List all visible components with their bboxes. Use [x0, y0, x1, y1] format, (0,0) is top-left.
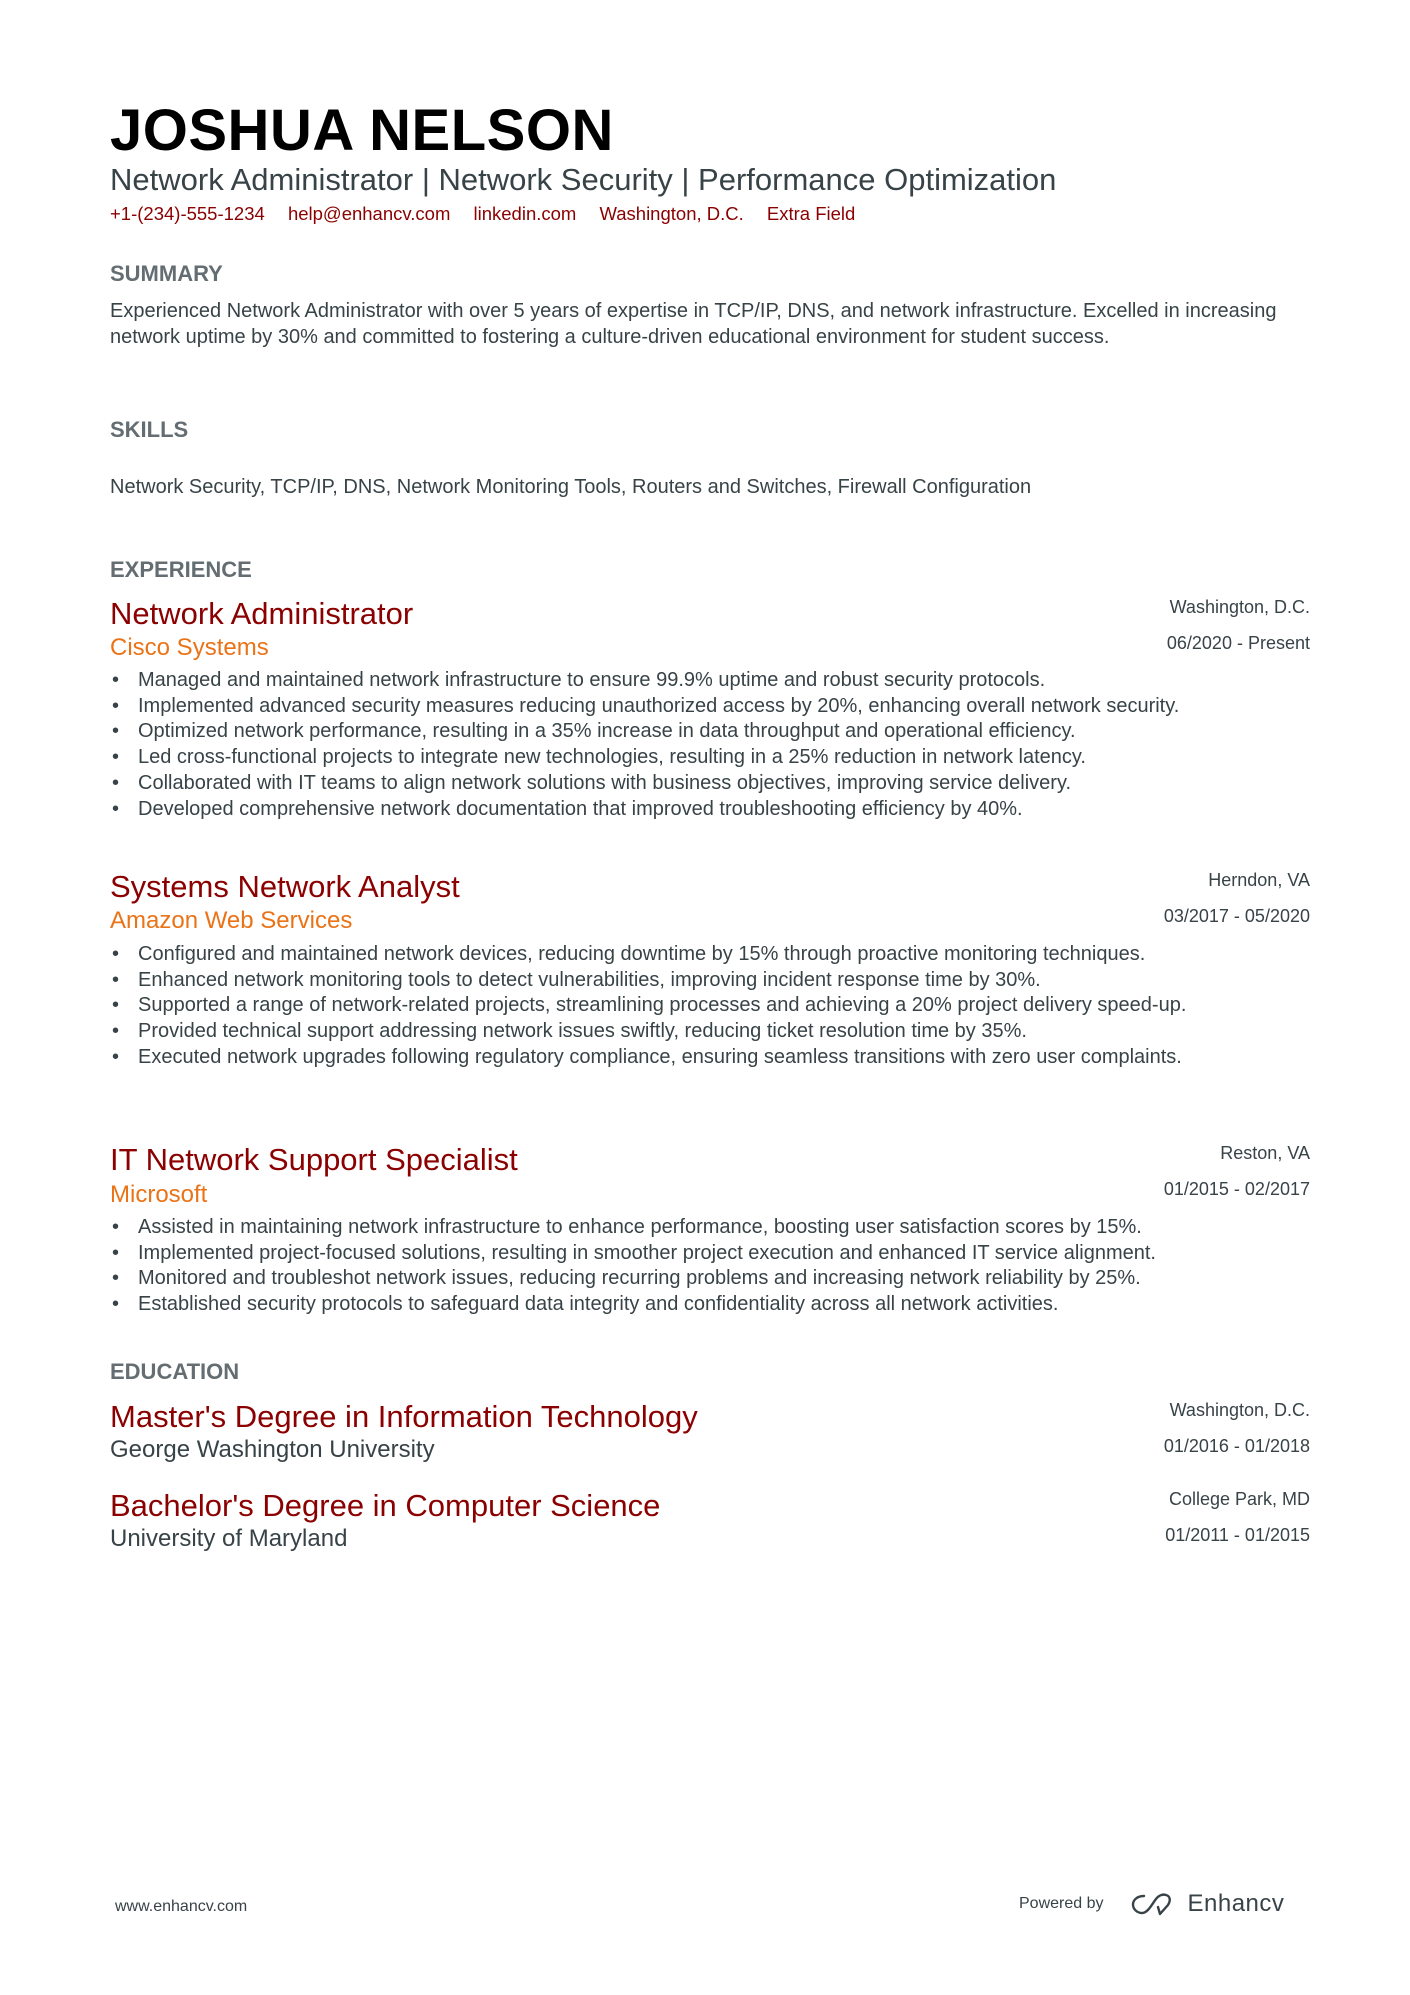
enhancv-logo-icon [1131, 1893, 1171, 1916]
degree: Master's Degree in Information Technolog… [110, 1399, 698, 1434]
bullet: Optimized network performance, resulting… [112, 719, 1338, 745]
job-location: Reston, VA [1220, 1143, 1310, 1163]
enhancv-brand: Enhancv [1187, 1890, 1285, 1917]
company-name: Amazon Web Services [110, 907, 353, 934]
footer-branding[interactable]: Powered by Enhancv [1019, 1890, 1284, 1918]
summary-heading: SUMMARY [110, 261, 223, 286]
footer-website[interactable]: www.enhancv.com [115, 1898, 247, 1916]
bullet: Collaborated with IT teams to align netw… [112, 771, 1338, 797]
bullet: Monitored and troubleshot network issues… [112, 1266, 1338, 1292]
experience-heading: EXPERIENCE [110, 557, 252, 582]
job-location: Herndon, VA [1208, 870, 1310, 890]
job-title: IT Network Support Specialist [110, 1142, 518, 1177]
job-bullets: Configured and maintained network device… [110, 942, 1338, 1071]
summary-text: Experienced Network Administrator with o… [110, 300, 1277, 348]
company-name: Microsoft [110, 1181, 208, 1208]
headline: Network Administrator | Network Security… [110, 162, 1057, 197]
skills-text: Network Security, TCP/IP, DNS, Network M… [110, 476, 1032, 498]
job-dates: 06/2020 - Present [1166, 633, 1310, 653]
company-name: Cisco Systems [110, 634, 269, 661]
edu-dates: 01/2011 - 01/2015 [1165, 1525, 1310, 1545]
bullet: Established security protocols to safegu… [112, 1292, 1338, 1318]
linkedin-link[interactable]: linkedin.com [474, 203, 577, 224]
job-bullets: Managed and maintained network infrastru… [110, 668, 1338, 822]
bullet: Executed network upgrades following regu… [112, 1045, 1338, 1071]
degree: Bachelor's Degree in Computer Science [110, 1488, 661, 1523]
bullet: Implemented advanced security measures r… [112, 694, 1338, 720]
bullet: Managed and maintained network infrastru… [112, 668, 1338, 694]
bullet: Configured and maintained network device… [112, 942, 1338, 968]
skills-heading: SKILLS [110, 417, 189, 442]
phone[interactable]: +1-(234)-555-1234 [110, 203, 265, 224]
education-heading: EDUCATION [110, 1359, 240, 1384]
bullet: Implemented project-focused solutions, r… [112, 1241, 1338, 1267]
edu-location: Washington, D.C. [1169, 1400, 1310, 1420]
email[interactable]: help@enhancv.com [288, 203, 450, 224]
school: University of Maryland [110, 1525, 348, 1552]
edu-dates: 01/2016 - 01/2018 [1163, 1436, 1310, 1456]
bullet: Developed comprehensive network document… [112, 797, 1338, 823]
job-bullets: Assisted in maintaining network infrastr… [110, 1215, 1338, 1318]
job-title: Systems Network Analyst [110, 869, 460, 904]
job-title: Network Administrator [110, 596, 414, 631]
bullet: Supported a range of network-related pro… [112, 993, 1338, 1019]
bullet: Led cross-functional projects to integra… [112, 745, 1338, 771]
job-dates: 03/2017 - 05/2020 [1163, 906, 1310, 926]
powered-by-label: Powered by [1019, 1895, 1104, 1912]
job-location: Washington, D.C. [1169, 597, 1310, 617]
job-dates: 01/2015 - 02/2017 [1163, 1179, 1310, 1199]
edu-location: College Park, MD [1168, 1489, 1310, 1509]
location: Washington, D.C. [599, 203, 744, 224]
candidate-name: JOSHUA NELSON [110, 98, 614, 163]
bullet: Assisted in maintaining network infrastr… [112, 1215, 1338, 1241]
school: George Washington University [110, 1436, 435, 1463]
contact-bar: +1-(234)-555-1234 help@enhancv.com linke… [110, 202, 873, 226]
bullet: Enhanced network monitoring tools to det… [112, 968, 1338, 994]
extra-field: Extra Field [766, 203, 856, 224]
bullet: Provided technical support addressing ne… [112, 1019, 1338, 1045]
